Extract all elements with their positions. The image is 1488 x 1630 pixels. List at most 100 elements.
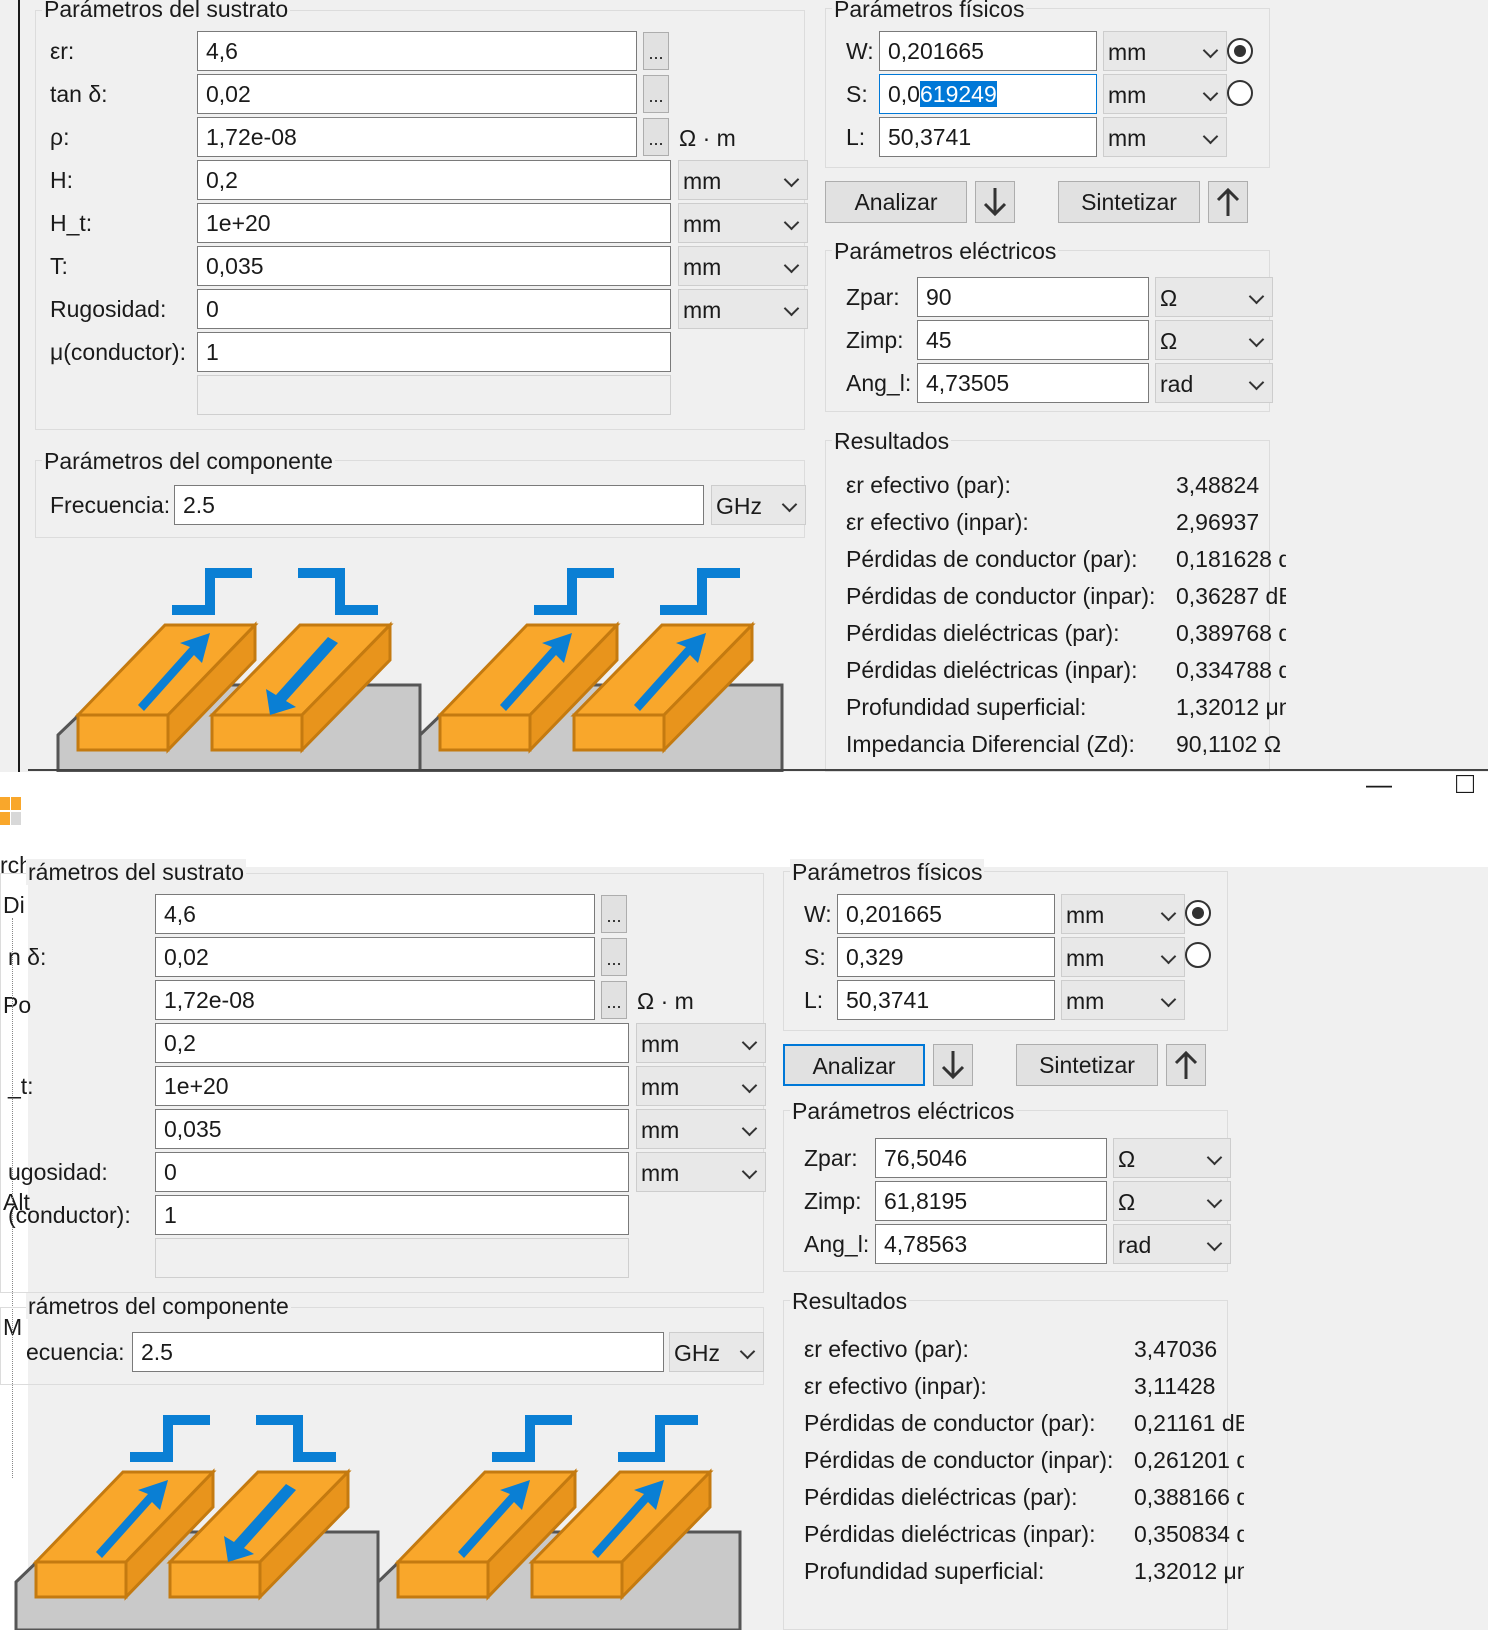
radio-width[interactable]	[1185, 900, 1211, 926]
physical-unit-select-2[interactable]: mm	[1103, 117, 1227, 157]
substrate-input-0[interactable]: 4,6	[197, 31, 637, 71]
physical-unit-select-1[interactable]: mm	[1061, 937, 1185, 977]
substrate-label-7: (conductor):	[8, 1202, 131, 1228]
even-mode-pulse-icon	[172, 568, 252, 615]
frequency-unit-value: GHz	[674, 1340, 720, 1366]
radio-selected-dot	[1234, 45, 1246, 57]
frequency-unit-select[interactable]: GHz	[711, 485, 806, 525]
substrate-input-2[interactable]: 1,72e-08	[155, 980, 595, 1020]
substrate-input-4[interactable]: 1e+20	[155, 1066, 629, 1106]
frequency-input[interactable]: 2.5	[132, 1332, 664, 1372]
ellipsis-button[interactable]: ...	[601, 981, 627, 1019]
physical-unit-select-0[interactable]: mm	[1061, 894, 1185, 934]
substrate-input-5[interactable]: 0,035	[197, 246, 671, 286]
maximize-button[interactable]: □	[1456, 772, 1474, 804]
physical-input-2[interactable]: 50,3741	[879, 117, 1097, 157]
electrical-input-1[interactable]: 45	[917, 320, 1149, 360]
substrate-input-1[interactable]: 0,02	[155, 937, 595, 977]
result-value-0: 3,48824	[1176, 472, 1260, 498]
physical-label-0: W:	[846, 38, 874, 64]
substrate-unit-select-4[interactable]: mm	[678, 203, 808, 243]
arrow-down-icon	[941, 1051, 965, 1080]
substrate-input-3[interactable]: 0,2	[155, 1023, 629, 1063]
synthesize-arrow-button[interactable]	[1208, 181, 1248, 223]
electrical-input-1[interactable]: 61,8195	[875, 1181, 1107, 1221]
physical-input-1[interactable]: 0,0619249	[879, 74, 1097, 114]
substrate-input-6[interactable]: 0	[155, 1152, 629, 1192]
electrical-input-2[interactable]: 4,78563	[875, 1224, 1107, 1264]
ellipsis-button[interactable]: ...	[601, 938, 627, 976]
result-value-2: 0,21161 dB	[1134, 1410, 1244, 1436]
electrical-unit-select-1[interactable]: Ω	[1155, 320, 1273, 360]
substrate-unit-select-3[interactable]: mm	[678, 160, 808, 200]
analyze-arrow-button[interactable]	[975, 181, 1015, 223]
analyze-arrow-button[interactable]	[933, 1044, 973, 1086]
minimize-button[interactable]: —	[1366, 772, 1392, 804]
physical-input-0[interactable]: 0,201665	[837, 894, 1055, 934]
electrical-unit-select-2[interactable]: rad	[1113, 1224, 1231, 1264]
substrate-input-7[interactable]: 1	[155, 1195, 629, 1235]
physical-input-2[interactable]: 50,3741	[837, 980, 1055, 1020]
substrate-input-4[interactable]: 1e+20	[197, 203, 671, 243]
substrate-unit-select-6-value: mm	[683, 297, 722, 323]
ellipsis-button[interactable]: ...	[643, 75, 669, 113]
physical-unit-select-0[interactable]: mm	[1103, 31, 1227, 71]
substrate-label-6: Rugosidad:	[50, 296, 167, 322]
substrate-unit-select-5[interactable]: mm	[636, 1109, 766, 1149]
substrate-input-2[interactable]: 1,72e-08	[197, 117, 637, 157]
result-value-3: 0,36287 dB	[1176, 583, 1286, 609]
substrate-label-4: H_t:	[50, 210, 93, 236]
synthesize-button[interactable]: Sintetizar	[1058, 181, 1200, 223]
ellipsis-button[interactable]: ...	[643, 32, 669, 70]
result-label-2: Pérdidas de conductor (par):	[846, 546, 1138, 572]
substrate-unit-select-6-value: mm	[641, 1160, 680, 1186]
radio-spacing[interactable]	[1185, 942, 1211, 968]
electrical-input-2[interactable]: 4,73505	[917, 363, 1149, 403]
synthesize-button[interactable]: Sintetizar	[1016, 1044, 1158, 1086]
disabled-field	[155, 1238, 629, 1278]
result-value-1: 2,96937	[1176, 509, 1260, 535]
physical-input-0[interactable]: 0,201665	[879, 31, 1097, 71]
analyze-button[interactable]: Analizar	[783, 1044, 925, 1086]
substrate-unit-select-5[interactable]: mm	[678, 246, 808, 286]
result-label-0: εr efectivo (par):	[846, 472, 1011, 498]
chevron-down-icon	[1160, 948, 1177, 965]
ellipsis-button[interactable]: ...	[601, 895, 627, 933]
substrate-input-7[interactable]: 1	[197, 332, 671, 372]
substrate-unit-select-3[interactable]: mm	[636, 1023, 766, 1063]
substrate-input-5[interactable]: 0,035	[155, 1109, 629, 1149]
result-value-6: 1,32012 μm	[1134, 1558, 1244, 1584]
input-text-selection: 619249	[919, 81, 997, 107]
electrical-unit-select-0[interactable]: Ω	[1155, 277, 1273, 317]
chevron-down-icon	[1202, 85, 1219, 102]
analyze-button[interactable]: Analizar	[825, 181, 967, 223]
substrate-input-0[interactable]: 4,6	[155, 894, 595, 934]
substrate-input-6[interactable]: 0	[197, 289, 671, 329]
substrate-unit-select-6[interactable]: mm	[678, 289, 808, 329]
substrate-unit-select-4[interactable]: mm	[636, 1066, 766, 1106]
ellipsis-button[interactable]: ...	[643, 118, 669, 156]
substrate-unit-select-4-value: mm	[683, 211, 722, 237]
electrical-input-0[interactable]: 90	[917, 277, 1149, 317]
physical-label-2: L:	[804, 987, 824, 1013]
resistivity-unit: Ω · m	[637, 988, 694, 1014]
physical-input-1[interactable]: 0,329	[837, 937, 1055, 977]
radio-spacing[interactable]	[1227, 80, 1253, 106]
electrical-input-0[interactable]: 76,5046	[875, 1138, 1107, 1178]
frequency-unit-select[interactable]: GHz	[669, 1332, 764, 1372]
physical-unit-select-2[interactable]: mm	[1061, 980, 1185, 1020]
synthesize-arrow-button[interactable]	[1166, 1044, 1206, 1086]
substrate-unit-select-3-value: mm	[641, 1031, 680, 1057]
physical-unit-select-1[interactable]: mm	[1103, 74, 1227, 114]
electrical-unit-select-2[interactable]: rad	[1155, 363, 1273, 403]
substrate-input-1[interactable]: 0,02	[197, 74, 637, 114]
substrate-unit-select-6[interactable]: mm	[636, 1152, 766, 1192]
frequency-input[interactable]: 2.5	[174, 485, 704, 525]
electrical-unit-select-0[interactable]: Ω	[1113, 1138, 1231, 1178]
substrate-input-3[interactable]: 0,2	[197, 160, 671, 200]
radio-width[interactable]	[1227, 38, 1253, 64]
results-title: Resultados	[832, 428, 952, 454]
electrical-unit-select-1[interactable]: Ω	[1113, 1181, 1231, 1221]
result-label-6: Profundidad superficial:	[846, 694, 1087, 720]
result-label-3: Pérdidas de conductor (inpar):	[804, 1447, 1114, 1473]
